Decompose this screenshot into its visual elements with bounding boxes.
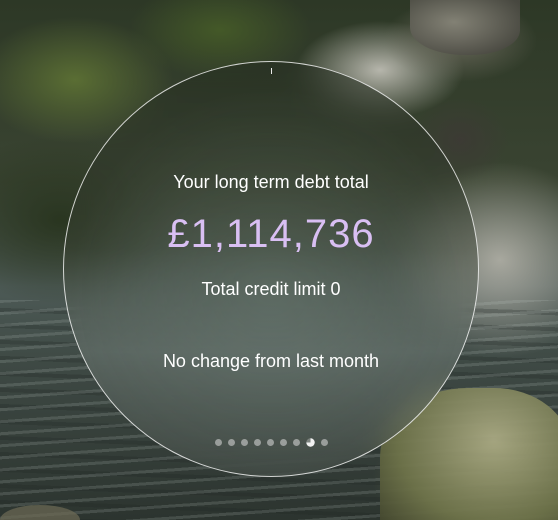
credit-limit-text: Total credit limit 0 [201,279,341,299]
active-page-dot[interactable] [305,438,315,447]
monthly-change-text: No change from last month [162,351,380,371]
pie-progress-icon [305,438,315,447]
page-dot[interactable] [279,439,287,446]
rock-top-right [410,0,520,55]
page-dot[interactable] [253,439,261,446]
page-dot[interactable] [240,439,248,446]
card-top-indicator [271,68,272,74]
page-dot[interactable] [227,439,235,446]
pagination-dots[interactable] [64,438,478,447]
debt-total-amount: £1,114,736 [167,212,375,256]
page-dot[interactable] [292,439,300,446]
page-dot[interactable] [266,439,274,446]
page-dot[interactable] [214,439,222,446]
debt-title: Your long term debt total [173,172,369,192]
page-dot[interactable] [320,439,328,446]
debt-summary-card[interactable]: Your long term debt total £1,114,736 Tot… [63,61,479,477]
